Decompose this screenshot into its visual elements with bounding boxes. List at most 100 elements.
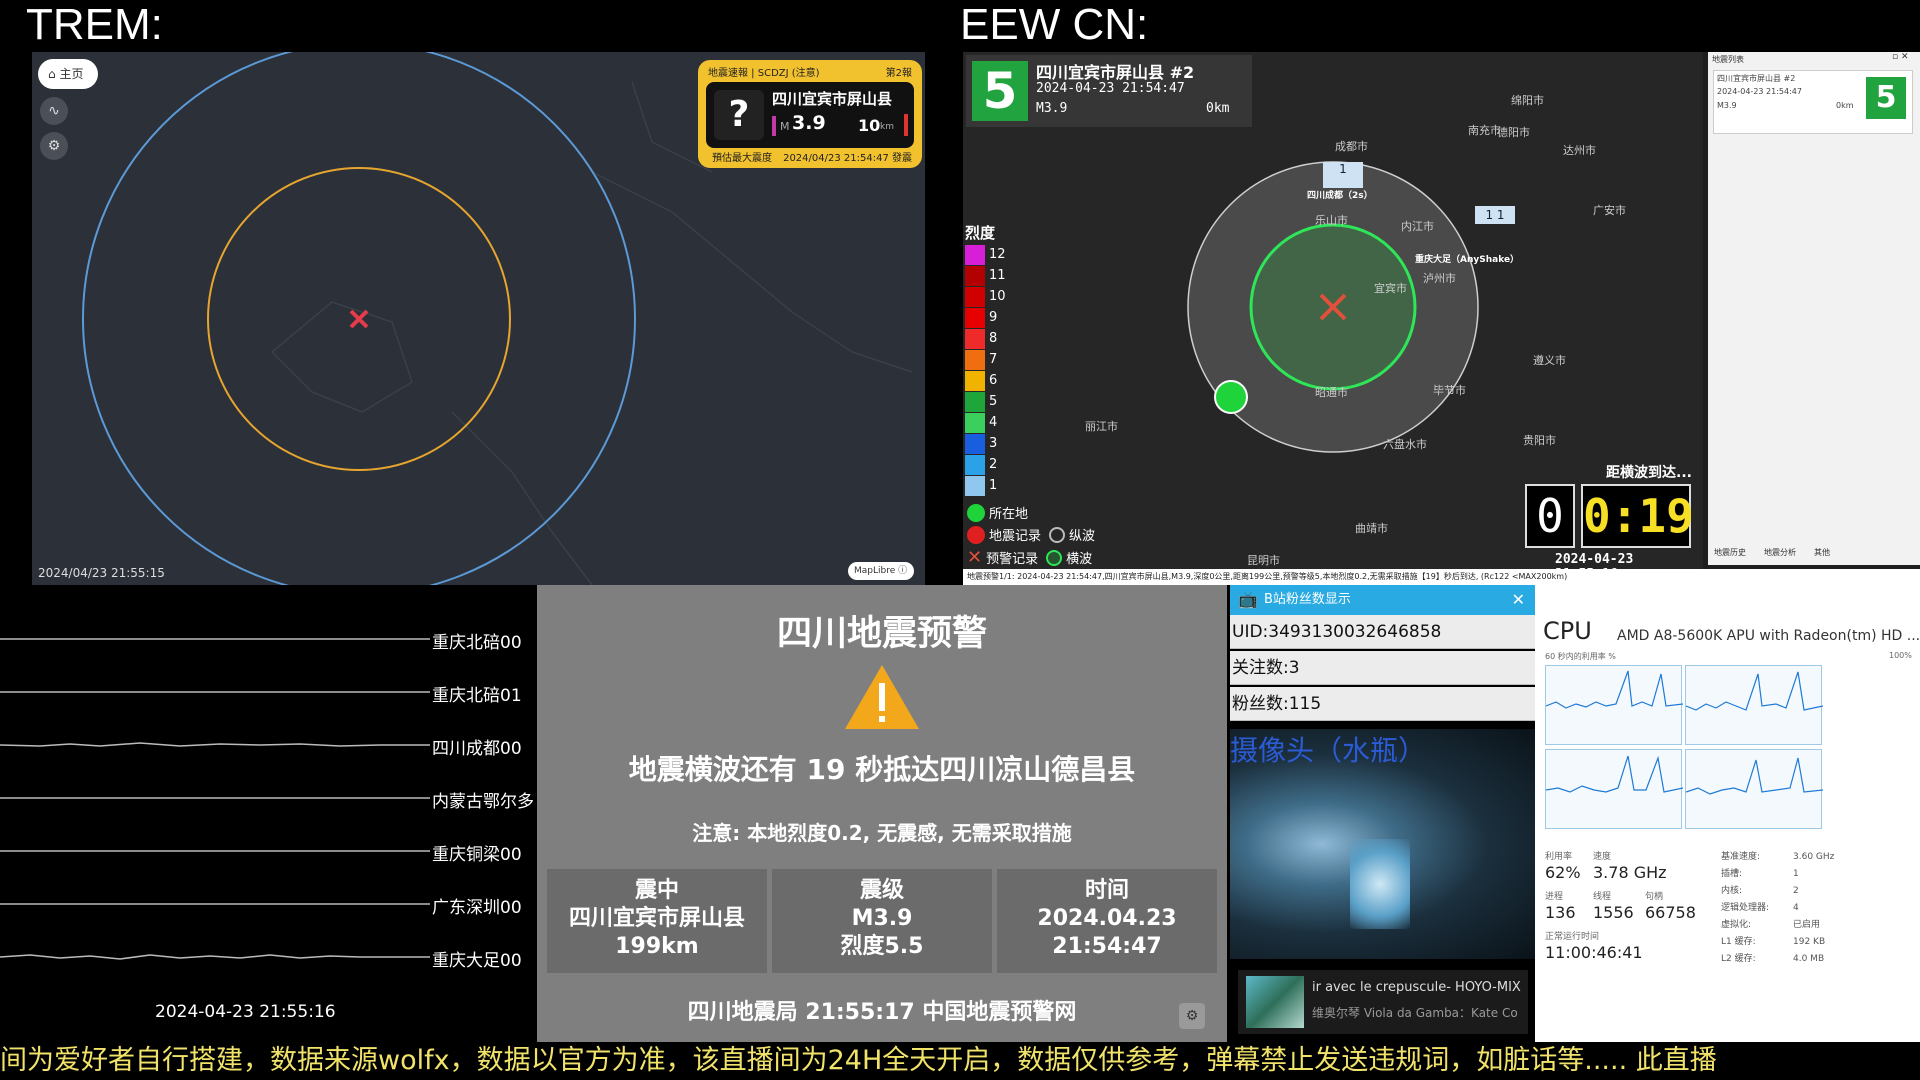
tab-other[interactable]: 其他 [1814,547,1830,565]
music-player[interactable]: ir avec le crepuscule- HOYO-MIX 维奥尔琴 Vio… [1238,970,1528,1034]
waveform-trace [0,903,430,905]
settings-button[interactable]: ⚙ [40,132,68,160]
bilibili-title-bar: 📺 B站粉丝数显示 ✕ [1230,585,1535,615]
countdown: 0 0:19 [1525,484,1694,548]
station-label: 广东深圳00 [432,898,522,918]
scale-row: 1 [965,475,1006,496]
cpu-core-graph [1545,749,1684,829]
card-depth: 10 [858,116,881,135]
window-controls[interactable]: ▫ ✕ [1892,52,1909,62]
p-wave-icon [1049,526,1066,543]
warning-triangle-icon [845,665,919,729]
side-card-title: 四川宜宾市屏山县 #2 [1717,74,1796,83]
alert-note: 注意: 本地烈度0.2, 无震感, 无需采取措施 [692,821,1072,845]
station-label: 重庆铜梁00 [432,845,522,865]
album-art [1246,976,1304,1028]
alert-settings-button[interactable]: ⚙ [1179,1003,1205,1029]
follow-count-row: 关注数:3 [1230,651,1535,685]
waveform-trace [0,691,430,693]
trem-section-label: TREM: [26,0,163,49]
province-border [451,411,593,585]
info-icon: ⓘ [898,566,908,576]
bilibili-panel: 📺 B站粉丝数显示 ✕ UID:3493130032646858 关注数:3 粉… [1230,585,1535,1045]
station-label: 重庆大足（AnyShake） [1415,255,1520,265]
side-event-card[interactable]: 四川宜宾市屏山县 #2 2024-04-23 21:54:47 M3.9 0km… [1713,70,1913,134]
station-label: 内蒙古鄂尔多 [432,792,534,812]
spec-row: 内核: 2 [1721,883,1834,900]
spec-row: 逻辑处理器: 4 [1721,900,1834,917]
waveform-row: 重庆北碚01 [0,677,537,707]
max-intensity-label: 預估最大震度 [712,153,772,164]
station-marker[interactable]: 1 1 [1475,206,1515,224]
tab-history[interactable]: 地震历史 [1714,547,1746,565]
trem-report-card[interactable]: 地震速報 | SCDZJ (注意) 第2報 ? 四川宜宾市屏山县 M 3.9 1… [698,60,922,168]
spec-value: 已启用 [1793,920,1821,930]
scale-swatch [965,370,985,391]
eew-event-title: 四川宜宾市屏山县 #2 [1036,63,1195,82]
trem-map-panel[interactable]: ⌂ 主页 ∿ ⚙ 地震速報 | SCDZJ (注意) 第2報 ? 四川宜宾市屏山… [32,52,925,585]
card-depth-unit: km [880,122,894,132]
maplibre-attribution[interactable]: MapLibre ⓘ [848,562,914,580]
legend-title: 烈度 [965,224,996,242]
earthquake-list-window[interactable]: 地震列表 ▫ ✕ 四川宜宾市屏山县 #2 2024-04-23 21:54:47… [1708,52,1920,565]
water-bottle-highlight [1350,839,1410,929]
box-label: 震级 [859,878,904,903]
waveform-trace [0,954,430,960]
waveform-trace [0,638,430,640]
scale-row: 9 [965,307,1006,328]
side-card-time: 2024-04-23 21:54:47 [1717,87,1802,96]
station-marker[interactable]: 1 [1323,162,1363,188]
speed-label: 速度 [1593,852,1612,862]
station-label: 重庆北碚00 [432,633,522,653]
legend-location: 所在地 [967,503,1028,522]
waveform-button[interactable]: ∿ [40,97,68,125]
station-label: 四川成都00 [432,739,522,759]
side-card-mag: M3.9 [1717,101,1737,110]
close-icon[interactable]: ✕ [1512,585,1525,615]
spec-key: 插槽: [1721,869,1743,879]
legend-label: 所在地 [989,507,1029,522]
legend-label: 纵波 [1069,529,1096,544]
legend-quake-record: 地震记录 纵波 [967,525,1095,544]
trem-timestamp: 2024/04/23 21:55:15 [38,566,165,580]
countdown-level: 0 [1525,484,1575,548]
thread-value: 1556 [1593,903,1634,922]
waveform-trace [0,797,430,799]
tab-analysis[interactable]: 地震分析 [1764,547,1796,565]
warning-x-icon: ✕ [967,547,983,568]
spec-row: L2 缓存: 4.0 MB [1721,951,1834,968]
city-label: 宜宾市 [1374,282,1407,295]
countdown-time: 0:19 [1581,484,1694,548]
spec-row: 虚拟化: 已启用 [1721,917,1834,934]
util-value: 62% [1545,863,1581,882]
cpu-core-graph [1685,749,1824,829]
max-intensity-box: ? [714,90,764,140]
scrolling-ticker: 间为爱好者自行搭建，数据来源wolfx，数据以官方为准，该直播间为24H全天开启… [0,1042,1920,1080]
spec-row: L1 缓存: 192 KB [1721,934,1834,951]
scale-value: 1 [989,478,998,493]
scale-row: 4 [965,412,1006,433]
scale-value: 8 [989,331,998,346]
scale-row: 7 [965,349,1006,370]
city-label: 六盘水市 [1383,438,1427,451]
spec-row: 插槽: 1 [1721,866,1834,883]
card-time: 2024/04/23 21:54:47 [783,153,889,164]
cpu-model: AMD A8-5600K APU with Radeon(tm) HD ... [1617,628,1920,644]
spec-value: 1 [1793,869,1799,879]
home-button[interactable]: ⌂ 主页 [38,59,98,89]
scale-swatch [965,475,985,496]
magnitude-box: 震级 M3.9 烈度5.5 [772,869,992,973]
waveform-row: 广东深圳00 [0,889,537,919]
waveform-row: 四川成都00 [0,730,537,760]
card-header: 地震速報 | SCDZJ (注意) 第2報 [708,64,912,79]
scale-swatch [965,307,985,328]
scale-value: 9 [989,310,998,325]
proc-label: 进程 [1545,892,1564,902]
eew-map[interactable]: 绵阳市 德阳市 达州市 南充市 广安市 成都市 1 四川成都（2s） 乐山市 内… [963,52,1703,585]
eew-panel: 绵阳市 德阳市 达州市 南充市 广安市 成都市 1 四川成都（2s） 乐山市 内… [963,52,1920,585]
scale-value: 4 [989,415,998,430]
city-label: 曲靖市 [1355,522,1388,535]
gear-icon: ⚙ [1185,1008,1199,1024]
spec-key: 基准速度: [1721,852,1761,862]
province-border [270,301,413,413]
